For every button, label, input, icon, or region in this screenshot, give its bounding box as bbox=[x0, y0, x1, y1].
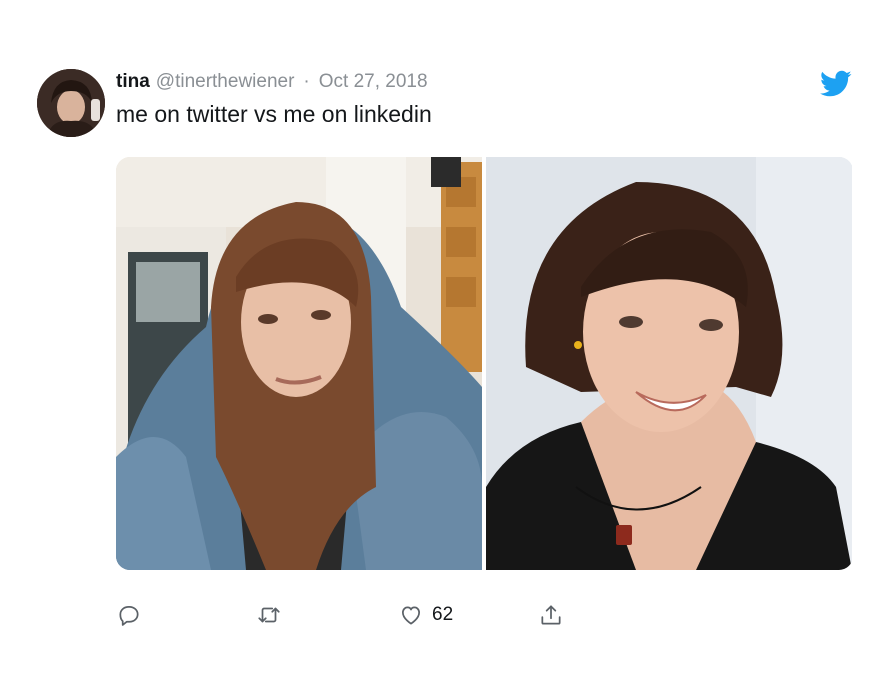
like-button[interactable]: 62 bbox=[398, 600, 453, 630]
heart-icon bbox=[398, 602, 424, 628]
tweet-timestamp[interactable]: Oct 27, 2018 bbox=[319, 71, 428, 93]
share-icon bbox=[538, 602, 564, 628]
user-handle[interactable]: @tinerthewiener bbox=[156, 71, 295, 93]
tweet-text: me on twitter vs me on linkedin bbox=[116, 101, 432, 127]
retweet-button[interactable] bbox=[256, 600, 282, 630]
retweet-icon bbox=[256, 602, 282, 628]
header-separator: · bbox=[303, 71, 310, 92]
twitter-bird-icon[interactable] bbox=[820, 70, 852, 98]
media-grid bbox=[116, 157, 853, 570]
linkedin-portrait-photo[interactable] bbox=[486, 157, 852, 570]
reply-icon bbox=[116, 602, 142, 628]
twitter-selfie-photo[interactable] bbox=[116, 157, 482, 570]
share-button[interactable] bbox=[538, 600, 564, 630]
avatar-image bbox=[37, 69, 105, 137]
tweet-header: tina @tinerthewiener · Oct 27, 2018 bbox=[116, 70, 428, 94]
avatar[interactable] bbox=[37, 69, 105, 137]
reply-button[interactable] bbox=[116, 600, 142, 630]
like-count: 62 bbox=[432, 604, 454, 625]
tweet-actions: 62 bbox=[116, 600, 576, 630]
display-name[interactable]: tina bbox=[116, 71, 150, 93]
